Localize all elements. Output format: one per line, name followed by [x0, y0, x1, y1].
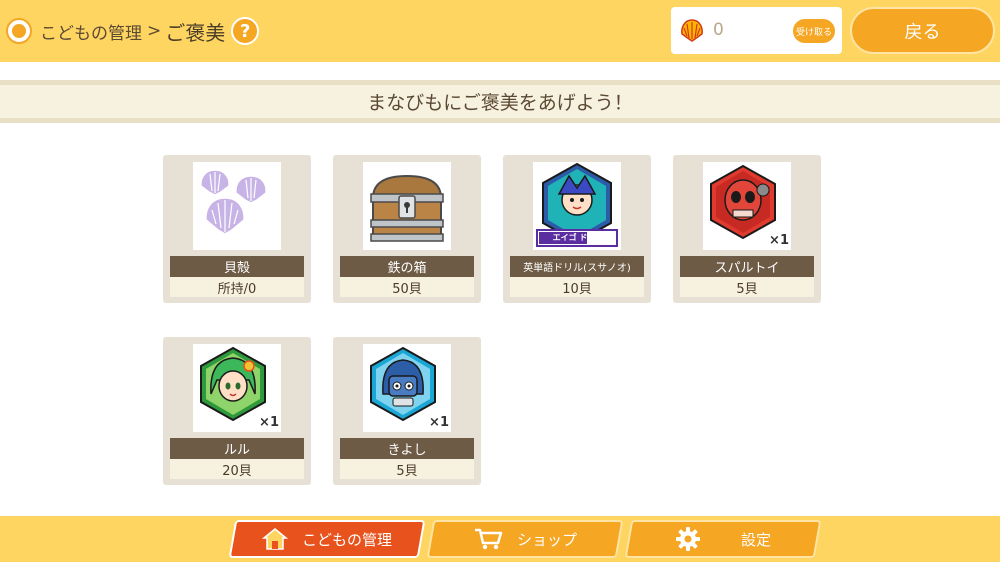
reward-card-iron-box[interactable]: 鉄の箱 50貝: [333, 155, 481, 303]
reward-price: 10貝: [510, 277, 644, 297]
item-count: ×1: [769, 233, 789, 248]
reward-name: きよし: [340, 438, 474, 459]
drill-logo-text: エイゴ ドリル: [552, 233, 604, 242]
reward-banner: まなびもにご褒美をあげよう！: [0, 80, 1000, 123]
back-button[interactable]: 戻る: [850, 7, 995, 54]
treasure-chest-icon: [363, 162, 451, 250]
shopping-cart-icon: [473, 527, 503, 551]
breadcrumb-dot-icon: [6, 18, 32, 44]
reward-owned: 所持/0: [170, 277, 304, 297]
tab-child-management[interactable]: こどもの管理: [228, 520, 426, 558]
breadcrumb-parent[interactable]: こどもの管理: [40, 19, 142, 44]
seashell-icon: [193, 162, 281, 250]
breadcrumb-separator: >: [147, 21, 162, 41]
reward-price: 50貝: [340, 277, 474, 297]
susanoo-drill-badge-icon: エイゴ ドリル: [533, 162, 621, 250]
reward-name: スパルトイ: [680, 256, 814, 277]
reward-name: 英単語ドリル(スサノオ): [510, 256, 644, 277]
spartoi-badge-icon: ×1: [703, 162, 791, 250]
reward-name: 貝殻: [170, 256, 304, 277]
reward-name: 鉄の箱: [340, 256, 474, 277]
help-button[interactable]: ?: [231, 17, 260, 45]
receive-button[interactable]: 受け取る: [791, 17, 837, 45]
item-count: ×1: [259, 415, 279, 430]
reward-card-spartoi[interactable]: ×1 スパルトイ 5貝: [673, 155, 821, 303]
shell-count: 0: [713, 20, 724, 40]
reward-card-kiyoshi[interactable]: ×1 きよし 5貝: [333, 337, 481, 485]
reward-card-lulu[interactable]: ×1 ルル 20貝: [163, 337, 311, 485]
kiyoshi-badge-icon: ×1: [363, 344, 451, 432]
tab-label: ショップ: [516, 530, 577, 549]
breadcrumb: こどもの管理 > ご褒美 ?: [6, 14, 260, 48]
gear-icon: [675, 526, 701, 552]
shell-balance: 0 受け取る: [671, 7, 842, 54]
reward-price: 20貝: [170, 459, 304, 479]
tab-settings[interactable]: 設定: [624, 520, 822, 558]
page-title: ご褒美: [165, 20, 226, 45]
reward-price: 5貝: [340, 459, 474, 479]
reward-name: ルル: [170, 438, 304, 459]
tab-label: 設定: [740, 530, 771, 549]
lulu-badge-icon: ×1: [193, 344, 281, 432]
home-icon: [261, 527, 288, 551]
reward-card-english-drill[interactable]: エイゴ ドリル 英単語ドリル(スサノオ) 10貝: [503, 155, 651, 303]
reward-card-seashell[interactable]: 貝殻 所持/0: [163, 155, 311, 303]
seashell-icon: [681, 19, 703, 42]
item-count: ×1: [429, 415, 449, 430]
tab-shop[interactable]: ショップ: [426, 520, 624, 558]
bottom-nav: こどもの管理 ショップ 設定: [0, 516, 1000, 562]
tab-label: こどもの管理: [301, 530, 392, 549]
header-bar: こどもの管理 > ご褒美 ? 0 受け取る 戻る: [0, 0, 1000, 62]
reward-price: 5貝: [680, 277, 814, 297]
